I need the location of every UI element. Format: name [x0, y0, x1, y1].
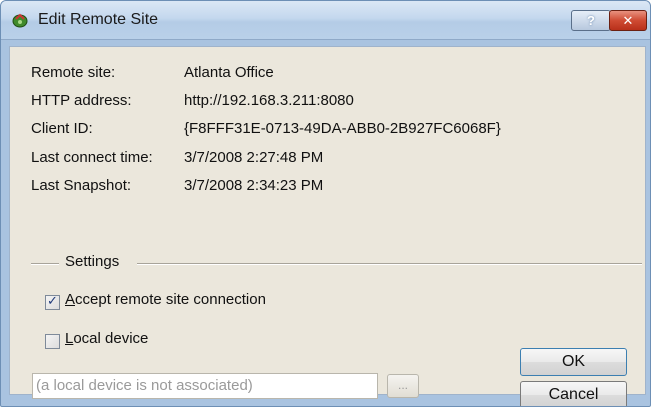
close-button[interactable]: ✕ — [609, 10, 647, 31]
checkmark-icon: ✓ — [47, 293, 58, 308]
http-address-label: HTTP address: — [31, 92, 132, 109]
local-device-label[interactable]: Local device — [65, 330, 148, 347]
ok-button[interactable]: OK — [520, 348, 627, 376]
client-id-value: {F8FFF31E-0713-49DA-ABB0-2B927FC6068F} — [184, 120, 501, 137]
cancel-button[interactable]: Cancel — [520, 381, 627, 406]
help-icon: ? — [587, 13, 595, 28]
settings-divider-left — [31, 263, 59, 265]
client-id-label: Client ID: — [31, 120, 93, 137]
last-snapshot-label: Last Snapshot: — [31, 177, 132, 194]
last-connect-time-value: 3/7/2008 2:27:48 PM — [184, 149, 324, 166]
window-title: Edit Remote Site — [38, 11, 159, 28]
title-bar[interactable]: Edit Remote Site ? ✕ — [1, 1, 650, 40]
remote-site-label: Remote site: — [31, 64, 116, 81]
accept-connection-label[interactable]: Accept remote site connection — [65, 291, 266, 308]
remote-site-value: Atlanta Office — [184, 64, 274, 81]
dialog-body: Remote site: Atlanta Office HTTP address… — [9, 46, 646, 406]
last-snapshot-value: 3/7/2008 2:34:23 PM — [184, 177, 324, 194]
close-icon: ✕ — [622, 13, 634, 28]
accept-connection-checkbox[interactable]: ✓ — [45, 293, 60, 310]
http-address-value: http://192.168.3.211:8080 — [184, 92, 354, 109]
last-connect-time-label: Last connect time: — [31, 149, 153, 166]
edit-remote-site-dialog: Edit Remote Site ? ✕ Remote site: Atlant… — [0, 0, 651, 407]
settings-divider-right — [137, 263, 642, 265]
local-device-checkbox[interactable] — [45, 334, 60, 349]
browse-device-button[interactable]: ... — [387, 374, 419, 398]
settings-group-title: Settings — [65, 253, 120, 270]
remote-site-icon — [12, 13, 28, 28]
help-button[interactable]: ? — [571, 10, 611, 31]
local-device-field[interactable]: (a local device is not associated) — [32, 373, 378, 399]
